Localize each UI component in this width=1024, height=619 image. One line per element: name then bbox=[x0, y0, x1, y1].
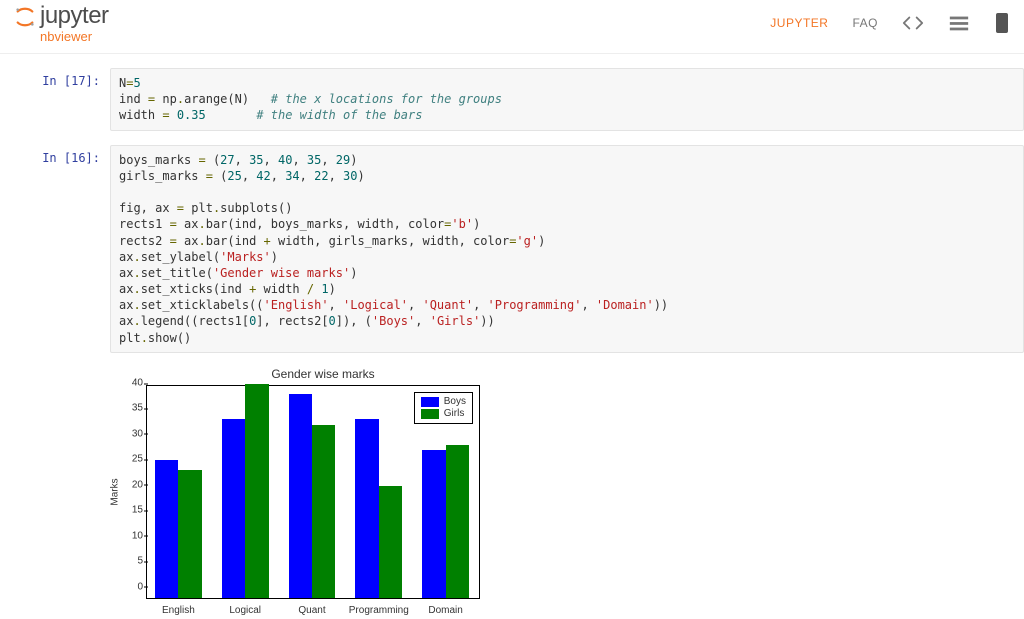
code-cell: In [17]: N=5 ind = np.arange(N) # the x … bbox=[40, 68, 1024, 131]
y-tick: 20 bbox=[121, 479, 143, 490]
tab-icon[interactable] bbox=[994, 12, 1010, 34]
output-area: Gender wise marks Marks Boys Girls 05101… bbox=[110, 367, 1024, 599]
y-tick: 25 bbox=[121, 454, 143, 465]
legend-swatch-boys bbox=[421, 397, 439, 407]
y-tick: 35 bbox=[121, 403, 143, 414]
bar-boys bbox=[155, 460, 178, 598]
x-tick: Logical bbox=[229, 605, 261, 616]
code-input[interactable]: N=5 ind = np.arange(N) # the x locations… bbox=[110, 68, 1024, 131]
header: jupyter nbviewer JUPYTER FAQ bbox=[0, 0, 1024, 54]
bar-girls bbox=[379, 486, 402, 598]
notebook: In [17]: N=5 ind = np.arange(N) # the x … bbox=[0, 54, 1024, 619]
jupyter-logo-icon bbox=[14, 6, 36, 28]
legend-item: Girls bbox=[421, 408, 466, 420]
legend-swatch-girls bbox=[421, 409, 439, 419]
chart-axes: Marks Boys Girls 0510152025303540English… bbox=[146, 385, 480, 599]
y-tick: 40 bbox=[121, 378, 143, 389]
bar-chart: Gender wise marks Marks Boys Girls 05101… bbox=[110, 367, 480, 599]
legend-label: Girls bbox=[444, 408, 465, 420]
bar-boys bbox=[422, 450, 445, 598]
code-input[interactable]: boys_marks = (27, 35, 40, 35, 29) girls_… bbox=[110, 145, 1024, 353]
input-prompt: In [16]: bbox=[40, 145, 110, 165]
logo-main-text: jupyter bbox=[40, 4, 109, 28]
x-tick: Programming bbox=[349, 605, 409, 616]
code-cell: In [16]: boys_marks = (27, 35, 40, 35, 2… bbox=[40, 145, 1024, 353]
menu-lines-icon[interactable] bbox=[948, 14, 970, 32]
y-tick: 0 bbox=[121, 581, 143, 592]
nav-link-faq[interactable]: FAQ bbox=[852, 16, 878, 30]
y-tick: 30 bbox=[121, 428, 143, 439]
y-tick: 15 bbox=[121, 505, 143, 516]
x-tick: Quant bbox=[298, 605, 325, 616]
chart-ylabel: Marks bbox=[110, 478, 121, 505]
x-tick: Domain bbox=[428, 605, 462, 616]
code-icon[interactable] bbox=[902, 14, 924, 32]
bar-boys bbox=[289, 394, 312, 598]
bar-girls bbox=[312, 425, 335, 598]
chart-legend: Boys Girls bbox=[414, 392, 473, 424]
logo[interactable]: jupyter nbviewer bbox=[14, 4, 109, 43]
nav-link-jupyter[interactable]: JUPYTER bbox=[770, 16, 828, 30]
nav: JUPYTER FAQ bbox=[770, 4, 1010, 34]
logo-sub-text: nbviewer bbox=[40, 30, 109, 43]
input-prompt: In [17]: bbox=[40, 68, 110, 88]
bar-boys bbox=[222, 419, 245, 597]
y-tick: 10 bbox=[121, 530, 143, 541]
chart-title: Gender wise marks bbox=[166, 367, 480, 381]
legend-label: Boys bbox=[444, 396, 466, 408]
bar-girls bbox=[245, 384, 268, 598]
legend-item: Boys bbox=[421, 396, 466, 408]
x-tick: English bbox=[162, 605, 195, 616]
bar-girls bbox=[446, 445, 469, 598]
bar-girls bbox=[178, 470, 201, 597]
y-tick: 5 bbox=[121, 556, 143, 567]
bar-boys bbox=[355, 419, 378, 597]
